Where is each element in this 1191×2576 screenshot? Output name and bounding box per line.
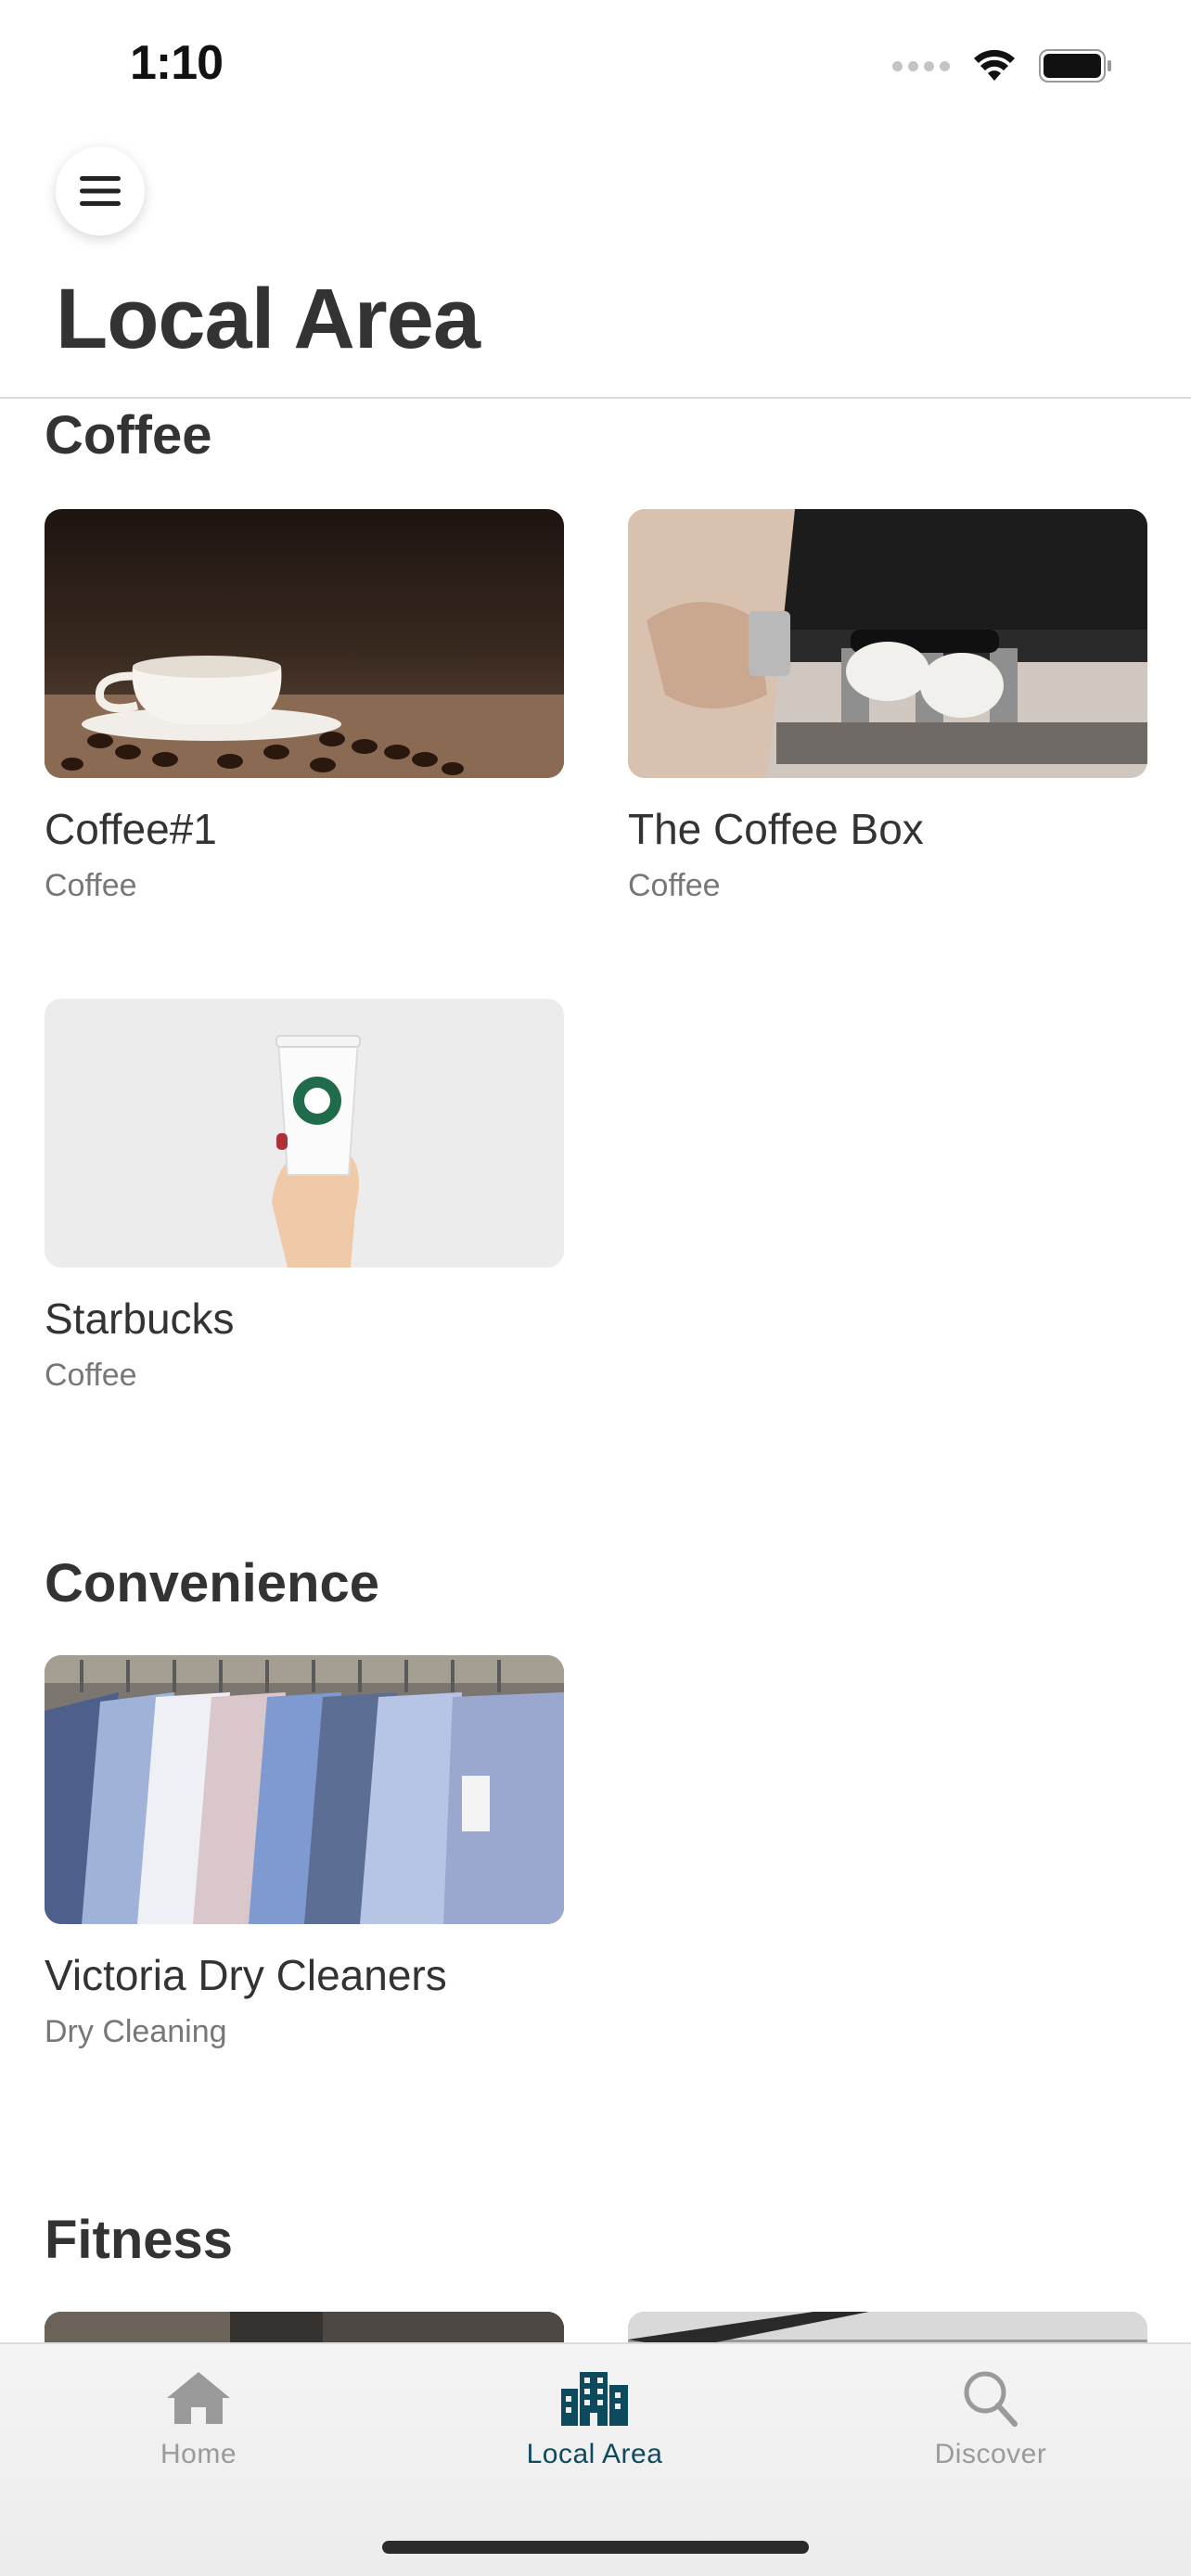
place-name: Starbucks xyxy=(45,1294,235,1343)
place-name: The Coffee Box xyxy=(628,805,924,853)
place-name: Victoria Dry Cleaners xyxy=(45,1951,447,1999)
wifi-icon xyxy=(974,49,1015,81)
section-fitness: Fitness xyxy=(45,2203,1146,2277)
place-card[interactable]: Coffee#1 Coffee xyxy=(45,509,564,906)
home-indicator[interactable] xyxy=(382,2541,809,2554)
place-image xyxy=(628,2312,1147,2342)
place-card[interactable]: Victoria Dry Cleaners Dry Cleaning xyxy=(45,1655,564,2052)
place-category: Coffee xyxy=(45,1358,137,1393)
place-category: Coffee xyxy=(628,868,721,903)
place-category: Dry Cleaning xyxy=(45,2014,227,2049)
search-icon xyxy=(964,2371,1018,2427)
section-convenience: Convenience xyxy=(45,1547,1146,1621)
place-name: Coffee#1 xyxy=(45,805,217,853)
tab-home[interactable]: Home xyxy=(59,2368,338,2470)
status-bar: 1:10 xyxy=(0,0,1191,130)
place-card[interactable] xyxy=(628,2312,1147,2342)
content-scroll-area[interactable]: Coffee Coffee#1 Coffee The Coffee Box Co… xyxy=(0,399,1191,2342)
menu-button[interactable] xyxy=(56,147,145,236)
page-title: Local Area xyxy=(56,272,480,366)
place-card[interactable]: The Coffee Box Coffee xyxy=(628,509,1147,906)
cellular-signal-icon xyxy=(892,60,950,71)
place-image xyxy=(45,1655,564,1924)
home-icon xyxy=(167,2372,230,2424)
city-icon xyxy=(561,2372,628,2426)
section-title: Convenience xyxy=(45,1553,379,1613)
place-category: Coffee xyxy=(45,868,137,903)
place-image xyxy=(45,2312,564,2342)
section-title: Coffee xyxy=(45,405,212,465)
battery-icon xyxy=(1039,49,1111,83)
tab-label: Local Area xyxy=(526,2439,663,2469)
section-coffee: Coffee xyxy=(45,399,1146,473)
tab-label: Discover xyxy=(934,2439,1047,2469)
place-card[interactable] xyxy=(45,2312,564,2342)
place-image xyxy=(45,999,564,1268)
hamburger-menu-icon xyxy=(80,176,121,206)
status-time: 1:10 xyxy=(130,36,224,90)
place-image xyxy=(45,509,564,778)
status-icons xyxy=(892,48,1113,83)
place-image xyxy=(628,509,1147,778)
tab-label: Home xyxy=(160,2439,237,2469)
tab-local-area[interactable]: Local Area xyxy=(455,2368,734,2470)
section-title: Fitness xyxy=(45,2210,234,2270)
tab-discover[interactable]: Discover xyxy=(852,2368,1130,2470)
place-card[interactable]: Starbucks Coffee xyxy=(45,999,564,1396)
